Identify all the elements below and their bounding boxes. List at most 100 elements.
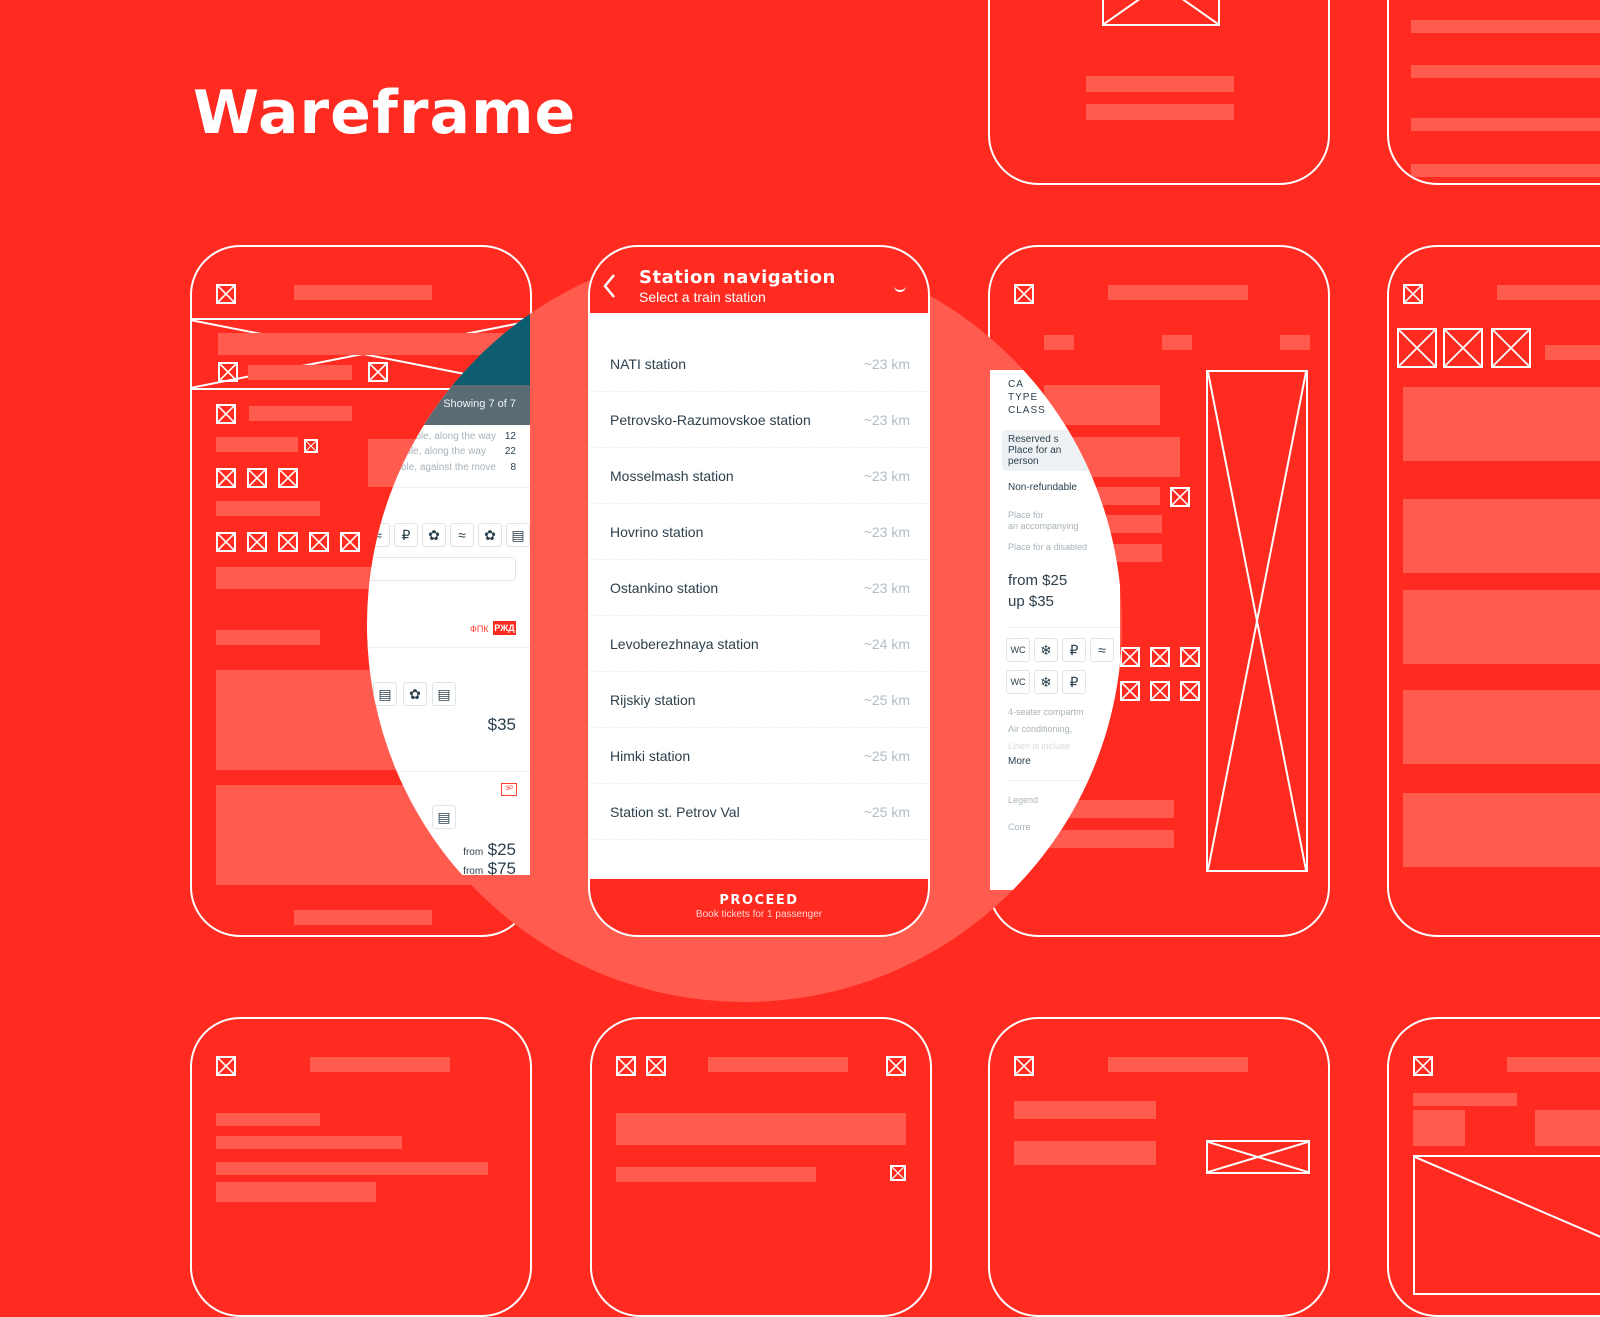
wifi-icon: ≈	[1090, 638, 1114, 662]
seat-row: table, against the move 8	[392, 462, 516, 473]
image-placeholder-icon	[216, 284, 236, 304]
text-placeholder	[249, 406, 352, 421]
snowflake-icon: ❄	[1034, 670, 1058, 694]
station-item[interactable]: NATI station ~23 km	[590, 336, 928, 392]
image-placeholder-icon	[1150, 647, 1170, 667]
station-item[interactable]: Station st. Petrov Val ~25 km	[590, 784, 928, 840]
text-placeholder	[216, 1162, 488, 1175]
left-phone-real-ui: Showing 7 of 7 table, along the way 12 t…	[367, 385, 530, 878]
more-link[interactable]: More	[1008, 756, 1031, 767]
text-placeholder	[1411, 20, 1600, 33]
station-item[interactable]: Himki station ~25 km	[590, 728, 928, 784]
divider	[367, 487, 530, 488]
divider	[1008, 627, 1118, 628]
wireframe-phone-top-2	[1387, 0, 1600, 185]
image-placeholder-icon	[278, 532, 298, 552]
image-placeholder-icon	[216, 404, 236, 424]
price-range: from $25 up $35	[1008, 572, 1068, 610]
luggage-icon: ▤	[373, 682, 397, 706]
station-item[interactable]: Levoberezhnaya station ~24 km	[590, 616, 928, 672]
image-placeholder-icon	[216, 468, 236, 488]
carrier-logo: РЖД	[493, 621, 516, 635]
luggage-icon: ▤	[432, 682, 456, 706]
image-placeholder-icon	[616, 1056, 636, 1076]
luggage-icon: ▤	[432, 805, 456, 829]
image-placeholder-icon	[1413, 1056, 1433, 1076]
wireframe-phone-top-1	[988, 0, 1330, 185]
wireframe-phone-bottom-4	[1387, 1017, 1600, 1317]
ruble-icon: ₽	[394, 523, 418, 547]
header-subtitle: Select a train station	[639, 289, 766, 305]
text-placeholder	[1411, 118, 1600, 131]
spinner-icon	[894, 280, 906, 292]
image-placeholder-icon	[1102, 0, 1220, 26]
text-placeholder	[216, 437, 298, 452]
wc-icon: WC	[1006, 638, 1030, 662]
card-placeholder	[1403, 590, 1600, 664]
seat-note: Reserved s Place for an person	[1002, 430, 1122, 471]
image-placeholder-icon	[216, 532, 236, 552]
text-placeholder	[1108, 1057, 1248, 1072]
pet-icon: ✿	[478, 523, 502, 547]
pet-icon: ✿	[403, 682, 427, 706]
pet-icon: ✿	[422, 523, 446, 547]
no-refund-icon: ЭР	[501, 783, 517, 796]
station-item[interactable]: Petrovsko-Razumovskoe station ~23 km	[590, 392, 928, 448]
image-placeholder-icon	[1397, 328, 1437, 368]
image-placeholder-icon	[1170, 487, 1190, 507]
text-placeholder	[216, 630, 320, 645]
page-title: Wareframe	[193, 78, 577, 148]
image-placeholder-icon	[886, 1056, 906, 1076]
header-title: Station navigation	[639, 267, 836, 288]
app-header: Station navigation Select a train statio…	[590, 247, 928, 313]
car-scheme-placeholder	[1206, 370, 1308, 872]
tab-placeholder	[1162, 335, 1192, 350]
text-placeholder	[216, 1136, 402, 1149]
car-info: CA TYPE CLASS	[1008, 379, 1046, 416]
station-item[interactable]: Rijskiy station ~25 km	[590, 672, 928, 728]
tab-placeholder	[1280, 335, 1310, 350]
image-placeholder-icon	[340, 532, 360, 552]
text-placeholder	[1545, 345, 1600, 360]
wireframe-phone-bottom-1	[190, 1017, 532, 1317]
ruble-icon: ₽	[1062, 670, 1086, 694]
image-placeholder-icon	[1180, 681, 1200, 701]
correct-link[interactable]: Corre	[1008, 822, 1031, 832]
text-placeholder	[1413, 1110, 1465, 1146]
luggage-icon: ▤	[506, 523, 530, 547]
legend-link[interactable]: Legend	[1008, 795, 1038, 805]
divider	[367, 647, 530, 648]
station-item[interactable]: Mosselmash station ~23 km	[590, 448, 928, 504]
wifi-icon: ≈	[450, 523, 474, 547]
search-input[interactable]: es	[367, 557, 516, 581]
proceed-label: PROCEED	[719, 893, 799, 908]
text-placeholder	[1108, 285, 1248, 300]
accompanying-label: Place for an accompanying	[1008, 510, 1079, 531]
text-placeholder	[1497, 285, 1600, 300]
text-placeholder	[1411, 65, 1600, 78]
text-placeholder	[1014, 1141, 1156, 1165]
card-placeholder	[1403, 793, 1600, 867]
text-placeholder	[1411, 164, 1600, 177]
image-placeholder-icon	[1120, 681, 1140, 701]
wifi-icon: ≈	[367, 523, 390, 547]
proceed-button[interactable]: PROCEED Book tickets for 1 passenger	[590, 879, 928, 935]
image-placeholder-icon	[1180, 647, 1200, 667]
seat-row: table, along the way 22	[397, 446, 516, 457]
showing-count: Showing 7 of 7	[443, 398, 516, 410]
station-item[interactable]: Ostankino station ~23 km	[590, 560, 928, 616]
card-placeholder	[1403, 499, 1600, 573]
text-placeholder	[216, 1113, 320, 1126]
text-placeholder	[1014, 1101, 1156, 1119]
station-item[interactable]: Hovrino station ~23 km	[590, 504, 928, 560]
photo-header	[440, 310, 530, 385]
car-description: 4-seater compartm Air conditioning, Line…	[1008, 707, 1084, 751]
image-placeholder-icon	[1014, 1056, 1034, 1076]
chevron-left-icon[interactable]	[602, 273, 616, 299]
divider	[367, 771, 530, 772]
image-placeholder-icon	[218, 362, 238, 382]
card-placeholder	[1403, 387, 1600, 461]
card-placeholder	[1403, 690, 1600, 764]
divider	[1008, 780, 1118, 781]
wireframe-phone-bottom-3	[988, 1017, 1330, 1317]
